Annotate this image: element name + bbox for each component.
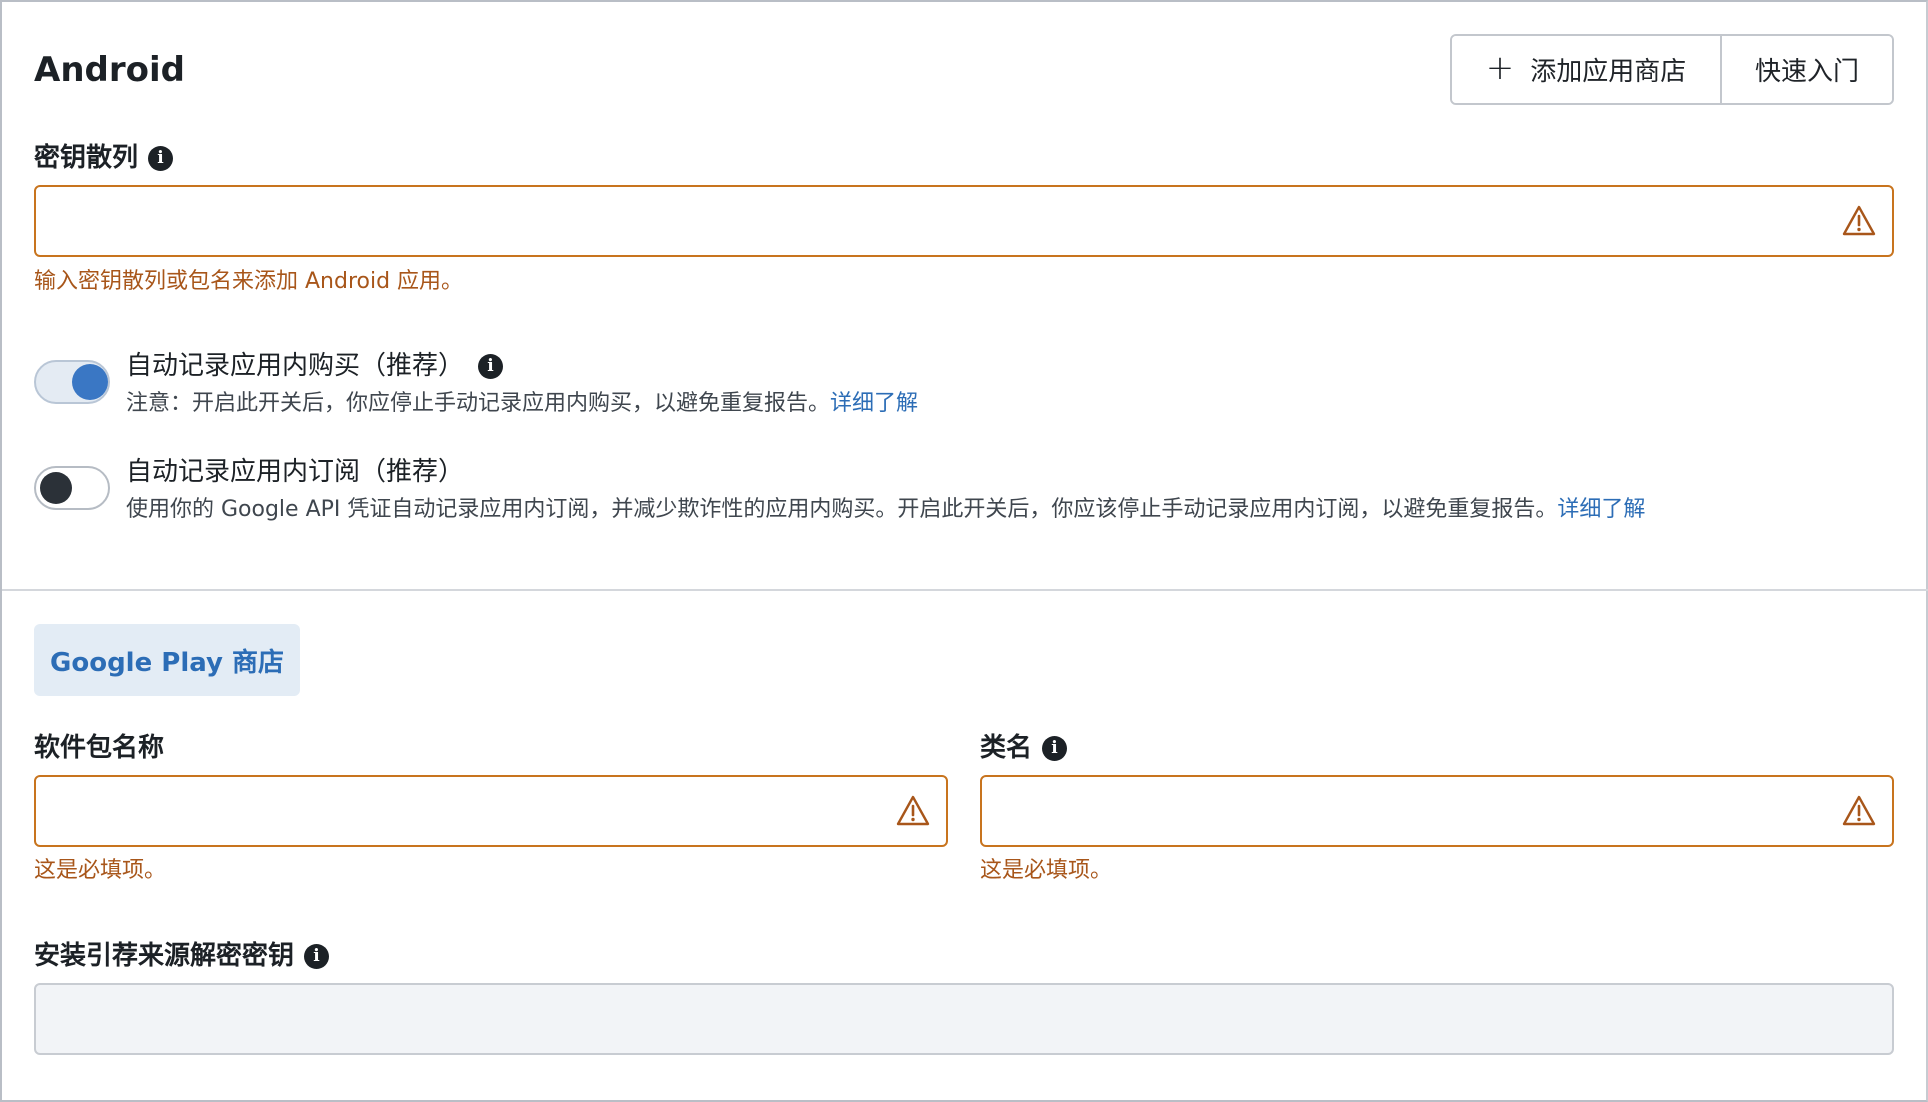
auto-log-subscriptions-title-text: 自动记录应用内订阅（推荐） — [126, 457, 465, 487]
info-icon[interactable]: i — [478, 353, 504, 379]
add-app-store-label: 添加应用商店 — [1530, 57, 1687, 87]
install-referrer-input[interactable] — [36, 985, 1876, 1053]
package-name-label-text: 软件包名称 — [34, 733, 165, 763]
package-name-input[interactable] — [36, 777, 896, 845]
class-name-label-text: 类名 — [980, 733, 1033, 763]
key-hash-field[interactable] — [34, 185, 1894, 257]
warning-triangle-icon — [896, 795, 930, 826]
learn-more-link[interactable]: 详细了解 — [1557, 497, 1645, 522]
auto-log-purchases-desc: 注意：开启此开关后，你应停止手动记录应用内购买，以避免重复报告。详细了解 — [126, 388, 918, 420]
google-play-store-tab[interactable]: Google Play 商店 — [34, 624, 300, 696]
package-name-error: 这是必填项。 — [34, 858, 167, 883]
auto-log-subscriptions-desc: 使用你的 Google API 凭证自动记录应用内订阅，并减少欺诈性的应用内购买… — [126, 494, 1645, 526]
class-name-label: 类名 i — [980, 730, 1068, 766]
header-button-group: + 添加应用商店 快速入门 — [1450, 34, 1894, 105]
warning-triangle-icon — [1842, 795, 1876, 826]
install-referrer-field[interactable] — [34, 983, 1894, 1055]
toggle-knob — [72, 364, 108, 400]
install-referrer-label-text: 安装引荐来源解密密钥 — [34, 941, 295, 971]
package-name-field[interactable] — [34, 775, 948, 847]
add-app-store-button[interactable]: + 添加应用商店 — [1452, 36, 1722, 103]
auto-log-subscriptions-toggle[interactable] — [34, 466, 110, 510]
key-hash-input[interactable] — [36, 187, 1842, 255]
section-divider — [2, 589, 1928, 591]
auto-log-subscriptions-title: 自动记录应用内订阅（推荐） — [126, 454, 464, 490]
class-name-input[interactable] — [982, 777, 1842, 845]
key-hash-label-text: 密钥散列 — [34, 143, 139, 173]
auto-log-purchases-desc-text: 注意：开启此开关后，你应停止手动记录应用内购买，以避免重复报告。 — [126, 391, 831, 416]
toggle-knob — [40, 472, 72, 504]
android-settings-panel: Android + 添加应用商店 快速入门 密钥散列 i 输入密钥散列或包名来添… — [0, 0, 1928, 1102]
key-hash-error: 输入密钥散列或包名来添加 Android 应用。 — [34, 269, 464, 294]
info-icon[interactable]: i — [148, 145, 174, 171]
key-hash-label: 密钥散列 i — [34, 140, 174, 176]
quick-start-button[interactable]: 快速入门 — [1722, 36, 1892, 103]
plus-icon: + — [1485, 48, 1515, 88]
class-name-error: 这是必填项。 — [980, 858, 1113, 883]
page-title: Android — [34, 50, 185, 90]
package-name-label: 软件包名称 — [34, 730, 164, 766]
auto-log-purchases-title: 自动记录应用内购买（推荐） i — [126, 348, 504, 384]
info-icon[interactable]: i — [1042, 735, 1068, 761]
auto-log-purchases-title-text: 自动记录应用内购买（推荐） — [126, 351, 465, 381]
info-icon[interactable]: i — [304, 943, 330, 969]
auto-log-purchases-toggle[interactable] — [34, 360, 110, 404]
auto-log-subscriptions-desc-text: 使用你的 Google API 凭证自动记录应用内订阅，并减少欺诈性的应用内购买… — [126, 497, 1558, 522]
warning-triangle-icon — [1842, 205, 1876, 236]
learn-more-link[interactable]: 详细了解 — [830, 391, 918, 416]
class-name-field[interactable] — [980, 775, 1894, 847]
install-referrer-label: 安装引荐来源解密密钥 i — [34, 938, 330, 974]
